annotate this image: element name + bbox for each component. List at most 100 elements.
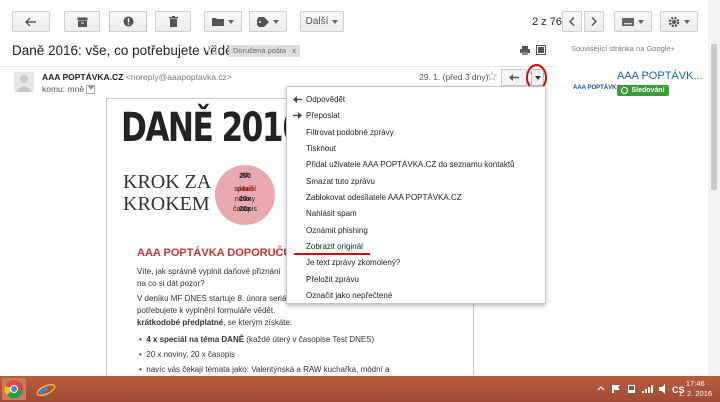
more-button[interactable]: Další xyxy=(300,11,344,32)
pager-text: 2 z 76 xyxy=(532,16,562,28)
badge-line-2-text: noviny xyxy=(234,196,256,203)
keyboard-icon xyxy=(622,17,634,26)
menu-item-reply[interactable]: Odpovědět xyxy=(306,95,345,104)
report-spam-button[interactable] xyxy=(109,11,147,32)
clock-time: 17:46 xyxy=(685,379,705,388)
back-arrow-icon xyxy=(25,16,36,27)
follow-label: Sledování xyxy=(631,87,665,94)
more-actions-menu: Odpovědět Přeposlat Filtrovat podobné zp… xyxy=(286,86,546,304)
spam-icon xyxy=(123,16,133,27)
price-currency: Kč xyxy=(241,173,249,179)
sender-line: AAA POPTÁVKA.CZ <noreply@aaapoptavka.cz> xyxy=(42,72,232,82)
sender-name[interactable]: AAA POPTÁVKA.CZ xyxy=(42,72,123,82)
inbox-label-chip[interactable]: Doručená pošta x xyxy=(229,45,300,57)
bullet-1-bold: 4 x speciál na téma DANĚ xyxy=(146,335,245,344)
clock[interactable]: 17:46 1. 2. 2016 xyxy=(679,379,712,399)
badge-line-3-text: časopis xyxy=(233,206,257,213)
company-page-name[interactable]: AAA POPTÁVK... xyxy=(617,70,703,82)
importance-marker-icon[interactable] xyxy=(208,46,217,55)
menu-item-print[interactable]: Tisknout xyxy=(306,144,336,153)
bullet-item-2: • 20 x noviny, 20 x časopis xyxy=(139,350,236,359)
bullet-2-text: 20 x noviny, 20 x časopis xyxy=(146,350,236,359)
star-icon[interactable] xyxy=(487,71,497,81)
chevron-down-icon xyxy=(87,86,94,91)
menu-item-mark-unread[interactable]: Označit jako nepřečtené xyxy=(306,291,392,300)
body-p2-line2: potřebujete k vyplnění formuláře vědět. xyxy=(137,306,276,315)
chevron-left-icon xyxy=(569,17,575,26)
menu-item-filter-similar[interactable]: Filtrovat podobné zprávy xyxy=(306,128,394,137)
chevron-down-icon xyxy=(228,19,234,24)
chevron-down-icon xyxy=(332,19,339,24)
scrollbar-thumb[interactable] xyxy=(711,44,717,190)
body-p1-line1: Víte, jak správně vyplnit daňové přiznán… xyxy=(137,267,281,276)
toolbar: Další 2 z 76 xyxy=(0,0,720,42)
body-p2-rest: , se kterým získáte: xyxy=(223,318,293,327)
bullet-item-3: • navíc vás čekají témata jako: Valentýn… xyxy=(139,365,390,374)
new-window-icon[interactable] xyxy=(536,45,546,55)
email-date: 29. 1. (před 3 dny) xyxy=(419,72,489,82)
highlight-underline xyxy=(294,253,370,255)
menu-item-show-original[interactable]: Zobrazit originál xyxy=(306,242,363,251)
menu-item-report-spam[interactable]: Nahlásit spam xyxy=(306,209,357,218)
system-tray-icons[interactable]: CS xyxy=(596,384,686,394)
body-p2-line3: krátkodobé předplatné, se kterým získáte… xyxy=(137,318,292,327)
input-tools-button[interactable] xyxy=(614,11,652,32)
body-heading: AAA POPTÁVKA DOPORUČUJE xyxy=(137,247,305,259)
body-p2-line1: V deníku MF DNES startuje 8. února seriá xyxy=(137,294,287,303)
reply-button[interactable] xyxy=(501,69,527,86)
bullet-3-text: navíc vás čekají témata jako: Valentýnsk… xyxy=(146,365,390,374)
move-to-button[interactable] xyxy=(204,11,242,32)
chrome-icon[interactable] xyxy=(2,378,26,400)
older-button[interactable] xyxy=(584,11,604,32)
archive-button[interactable] xyxy=(64,11,100,32)
banner-subtitle-1: KROK ZA xyxy=(123,171,212,193)
back-button[interactable] xyxy=(12,11,50,32)
menu-item-block-sender[interactable]: Zablokovat odesílatele AAA POPTÁVKA.CZ xyxy=(306,193,462,202)
menu-item-translate[interactable]: Přeložit zprávu xyxy=(306,275,359,284)
forward-icon xyxy=(293,112,302,119)
menu-item-forward[interactable]: Přeposlat xyxy=(306,111,340,120)
label-tag-icon xyxy=(257,16,269,27)
email-subject: Daně 2016: vše, co potřebujete vědět xyxy=(12,43,237,58)
banner-subtitle-2: KROKEM xyxy=(123,193,210,215)
chevron-down-icon xyxy=(638,19,644,24)
trash-icon xyxy=(168,16,178,27)
bullet-1-text: (každé úterý v časopise Test DNES) xyxy=(244,335,375,344)
internet-explorer-icon[interactable]: e xyxy=(36,379,56,399)
gear-icon xyxy=(668,16,680,27)
chevron-down-icon xyxy=(273,19,279,24)
folder-icon xyxy=(212,18,224,26)
show-details-button[interactable] xyxy=(86,85,96,95)
delete-button[interactable] xyxy=(155,11,191,32)
menu-item-garbled-text[interactable]: Je text zprávy zkomolený? xyxy=(306,258,400,267)
related-page-title: Související stránka na Google+ xyxy=(571,44,676,53)
chevron-right-icon xyxy=(591,17,597,26)
reply-icon xyxy=(293,96,302,103)
newer-button[interactable] xyxy=(562,11,582,32)
follow-button[interactable]: Sledování xyxy=(617,85,669,96)
bullet-item-1: • 4 x speciál na téma DANĚ (každé úterý … xyxy=(139,335,375,344)
menu-item-report-phishing[interactable]: Oznámit phishing xyxy=(306,226,368,235)
person-icon xyxy=(16,75,32,92)
body-p1-line2: na co si dát pozor? xyxy=(137,279,205,288)
print-icon[interactable] xyxy=(520,46,530,55)
banner-headline: DANĚ 2016 xyxy=(121,105,304,151)
settings-button[interactable] xyxy=(660,11,698,32)
more-label: Další xyxy=(305,16,329,27)
divider xyxy=(0,66,555,67)
inbox-label-text: Doručená pošta xyxy=(233,46,286,55)
menu-item-delete[interactable]: Smazat tuto zprávu xyxy=(306,177,375,186)
clock-date: 1. 2. 2016 xyxy=(678,389,712,398)
archive-icon xyxy=(77,17,87,27)
remove-label-button[interactable]: x xyxy=(292,46,296,55)
price-badge: 250 Kč 4x speciál daně 20x noviny 20x ča… xyxy=(215,165,275,225)
body-p2-bold: krátkodobé předplatné xyxy=(137,318,224,327)
menu-item-add-contact[interactable]: Přidat uživatele AAA POPTÁVKA.CZ do sezn… xyxy=(306,160,515,169)
recipient-line: komu: mně xyxy=(42,84,96,95)
labels-button[interactable] xyxy=(249,11,287,32)
sender-avatar xyxy=(14,72,34,92)
recipient-text: komu: mně xyxy=(42,84,85,94)
company-logo[interactable]: AAA POPTÁVKA xyxy=(573,85,621,91)
badge-line-1-bold: daně xyxy=(236,186,254,193)
sender-email: <noreply@aaapoptavka.cz> xyxy=(125,72,232,82)
